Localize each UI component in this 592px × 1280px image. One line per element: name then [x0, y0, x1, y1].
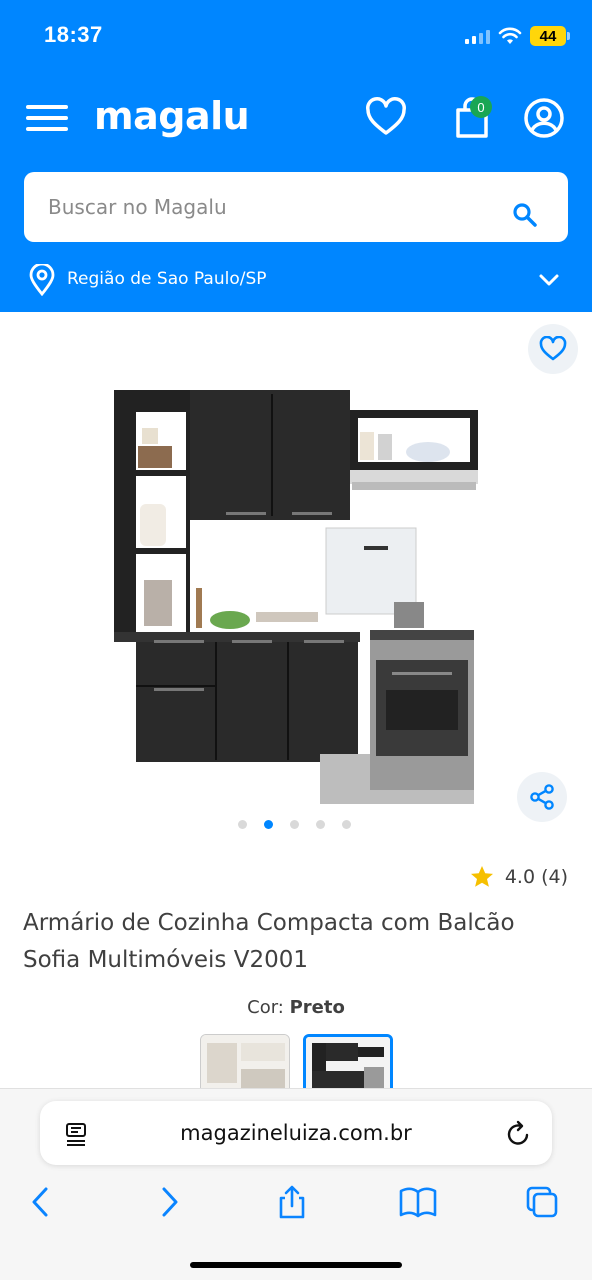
gallery-dot[interactable] [342, 820, 351, 829]
variant-black-image [306, 1037, 390, 1091]
share-sheet-icon[interactable] [275, 1185, 309, 1219]
site-header: 18:37 44 magalu 0 Buscar no Magalu Regiã… [0, 0, 592, 312]
location-pin-icon [29, 264, 55, 296]
color-selector-label: Cor: Preto [0, 997, 592, 1018]
search-input[interactable] [24, 172, 514, 242]
forward-icon[interactable] [152, 1185, 186, 1219]
top-navigation: magalu [0, 90, 592, 146]
browser-toolbar: magazineluiza.com.br [0, 1088, 592, 1280]
hamburger-menu-icon[interactable] [26, 100, 68, 136]
share-icon [530, 784, 554, 810]
gallery-dot[interactable] [316, 820, 325, 829]
home-indicator [190, 1262, 402, 1268]
magalu-logo[interactable]: magalu [94, 94, 250, 138]
search-bar [24, 172, 568, 242]
heart-icon[interactable] [364, 96, 408, 140]
reload-icon[interactable] [506, 1119, 532, 1147]
back-icon[interactable] [24, 1185, 58, 1219]
gallery-dot[interactable] [290, 820, 299, 829]
bag-count-badge: 0 [470, 96, 492, 118]
heart-outline-icon [539, 336, 567, 361]
user-icon[interactable] [522, 96, 566, 140]
product-title: Armário de Cozinha Compacta com Balcão S… [23, 910, 515, 973]
gallery-pagination [238, 820, 351, 829]
color-value: Preto [289, 997, 345, 1018]
battery-level: 44 [539, 27, 557, 45]
favorite-product-button[interactable] [528, 324, 578, 374]
region-selector[interactable]: Região de Sao Paulo/SP [24, 260, 568, 300]
status-bar: 18:37 44 [0, 0, 592, 70]
variant-white-image [201, 1035, 289, 1093]
cellular-signal-icon [465, 28, 490, 44]
gallery-dot[interactable] [238, 820, 247, 829]
search-icon[interactable] [512, 202, 538, 228]
address-bar[interactable]: magazineluiza.com.br [40, 1101, 552, 1165]
product-rating[interactable]: 4.0 (4) [469, 864, 568, 890]
region-label: Região de Sao Paulo/SP [67, 269, 267, 289]
color-label: Cor: [247, 997, 284, 1018]
color-variant-thumbnail[interactable] [200, 1034, 290, 1094]
url-text: magazineluiza.com.br [180, 1121, 412, 1145]
page-menu-icon[interactable] [64, 1121, 90, 1147]
status-icons: 44 [465, 24, 570, 48]
color-variant-thumbnail-selected[interactable] [303, 1034, 393, 1094]
wifi-icon [498, 27, 522, 44]
tabs-icon[interactable] [525, 1185, 559, 1219]
battery-icon: 44 [530, 26, 570, 46]
rating-value: 4.0 (4) [504, 866, 568, 888]
bookmarks-icon[interactable] [398, 1185, 438, 1219]
share-button[interactable] [517, 772, 567, 822]
product-page: 18:37 44 magalu 0 Buscar no Magalu Regiã… [0, 0, 592, 1280]
chevron-down-icon [539, 274, 559, 286]
status-time: 18:37 [44, 22, 103, 47]
star-icon [470, 866, 493, 887]
gallery-dot-active[interactable] [264, 820, 273, 829]
product-image[interactable] [108, 384, 480, 804]
